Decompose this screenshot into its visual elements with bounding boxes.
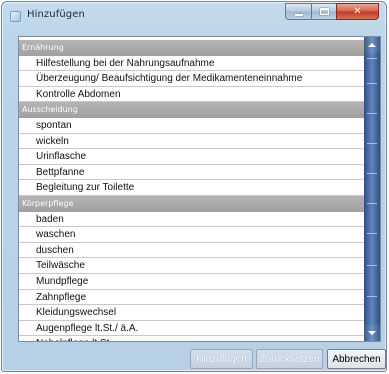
list-item[interactable]: Teilwäsche	[19, 258, 366, 274]
scroll-thumb[interactable]	[364, 53, 380, 325]
title-bar[interactable]: Hinzufügen ✕	[2, 2, 386, 30]
scroll-up-button[interactable]	[364, 37, 380, 53]
thumb-grip-line	[367, 296, 377, 297]
list-item[interactable]: Urinflasche	[19, 149, 366, 165]
thumb-grip-line	[367, 83, 377, 84]
dialog-window: Hinzufügen ✕ Ernährung Hilfestellung bei …	[1, 1, 387, 372]
list-item[interactable]: Nabelpflege lt.St.	[19, 336, 366, 341]
list-item[interactable]: Mundpflege	[19, 274, 366, 290]
list-item[interactable]: Begleitung zur Toilette	[19, 180, 366, 196]
thumb-grip-line	[367, 113, 377, 114]
group-header: Körperpflege	[19, 195, 366, 212]
list-item[interactable]: spontan	[19, 118, 366, 134]
list-item[interactable]: wickeln	[19, 134, 366, 150]
caption-buttons: ✕	[285, 3, 379, 21]
cancel-button[interactable]: Abbrechen	[327, 349, 386, 369]
minimize-button[interactable]	[285, 3, 311, 20]
list-item[interactable]: Zahnpflege	[19, 290, 366, 306]
group-header: Ernährung	[19, 40, 366, 56]
activity-listbox[interactable]: Ernährung Hilfestellung bei der Nahrungsa…	[18, 36, 381, 342]
close-button[interactable]: ✕	[336, 3, 379, 20]
list-item[interactable]: Augenpflege lt.St./ ä.A.	[19, 321, 366, 337]
list-item[interactable]: Kleidungswechsel	[19, 305, 366, 321]
thumb-grip-line	[367, 203, 377, 204]
reset-button[interactable]: Zurücksetzen	[256, 349, 323, 369]
close-icon: ✕	[353, 5, 362, 17]
list-item[interactable]: Hilfestellung bei der Nahrungsaufnahme	[19, 56, 366, 72]
list-item[interactable]: duschen	[19, 243, 366, 259]
maximize-button[interactable]	[311, 3, 336, 20]
thumb-grip-line	[367, 233, 377, 234]
minimize-icon	[294, 13, 303, 16]
list-item[interactable]: waschen	[19, 227, 366, 243]
list-item[interactable]: Bettpfanne	[19, 165, 366, 181]
list-item[interactable]: Kontrolle Abdomen	[19, 87, 366, 103]
thumb-grip-line	[367, 265, 377, 266]
group-header: Ausscheidung	[19, 102, 366, 118]
activity-list: Ernährung Hilfestellung bei der Nahrungsa…	[19, 40, 366, 341]
maximize-icon	[319, 8, 329, 15]
thumb-grip-line	[367, 173, 377, 174]
add-button[interactable]: Hinzufügen	[190, 349, 253, 369]
thumb-grip-line	[367, 58, 377, 59]
list-item[interactable]: Überzeugung/ Beaufsichtigung der Medikam…	[19, 71, 366, 87]
chevron-down-icon	[368, 331, 376, 335]
chevron-up-icon	[368, 43, 376, 47]
list-item[interactable]: baden	[19, 212, 366, 228]
window-title: Hinzufügen	[27, 9, 85, 20]
vertical-scrollbar[interactable]	[364, 37, 380, 341]
scroll-down-button[interactable]	[364, 325, 380, 341]
thumb-grip-line	[367, 143, 377, 144]
app-icon	[10, 11, 21, 22]
